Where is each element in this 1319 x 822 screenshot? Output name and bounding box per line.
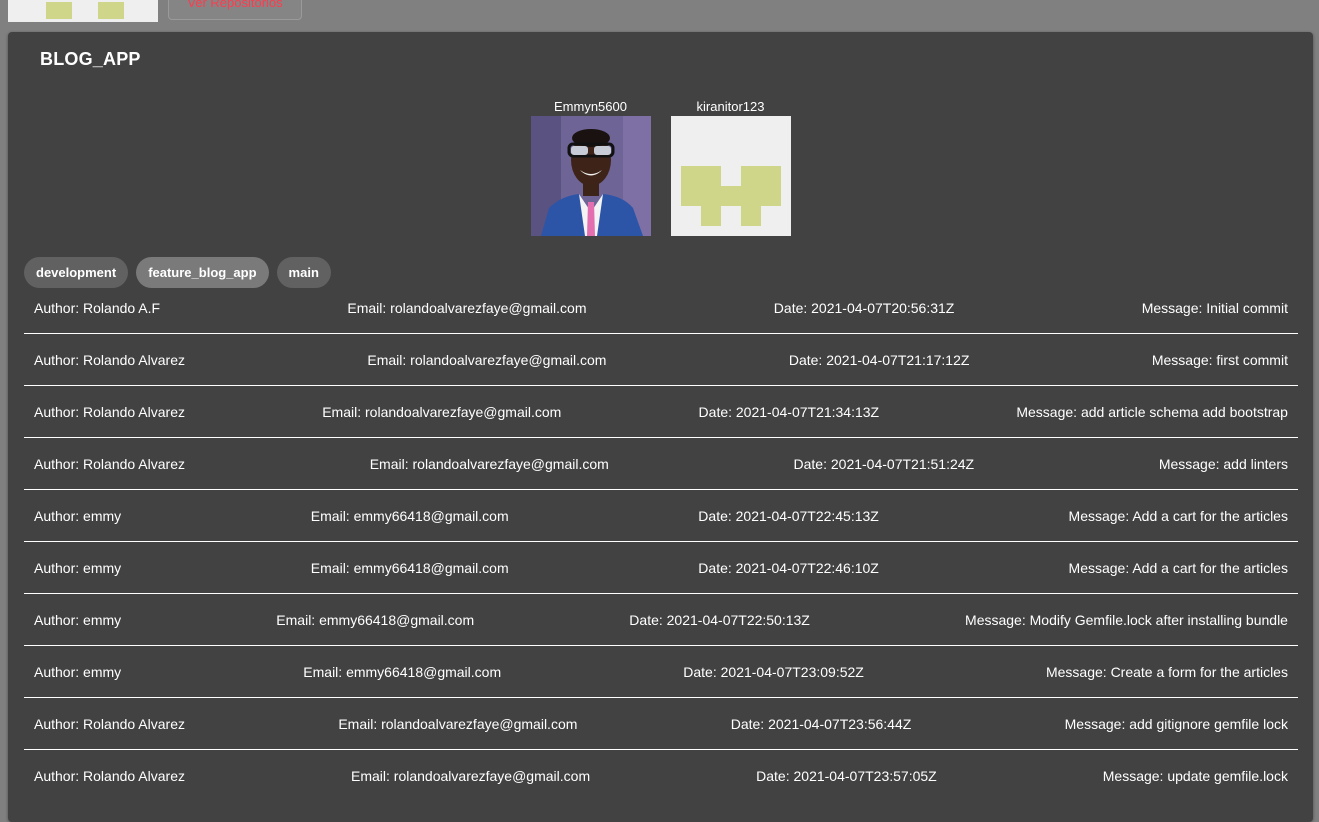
commit-date: Date: 2021-04-07T22:50:13Z (629, 611, 810, 628)
contributor-name: kiranitor123 (696, 99, 765, 114)
commit-email: Email: rolandoalvarezfaye@gmail.com (351, 768, 591, 784)
contributors-list: Emmyn5600 kiranitor123 (8, 98, 1313, 236)
commit-author: Author: emmy (34, 611, 122, 628)
contributor[interactable]: Emmyn5600 (530, 98, 651, 236)
contributor-name: Emmyn5600 (554, 99, 627, 114)
commit-author: Author: Rolando Alvarez (34, 715, 185, 732)
commit-email: Email: rolandoalvarezfaye@gmail.com (367, 351, 607, 368)
commit-date: Date: 2021-04-07T20:56:31Z (773, 299, 955, 316)
commit-row: Author: emmy Email: emmy66418@gmail.com … (24, 490, 1298, 542)
commit-message: Message: Modify Gemfile.lock after insta… (965, 611, 1288, 628)
commit-date: Date: 2021-04-07T22:45:13Z (698, 507, 879, 524)
commit-email: Email: emmy66418@gmail.com (303, 663, 502, 680)
commit-row: Author: Rolando Alvarez Email: rolandoal… (24, 750, 1298, 802)
person-photo-icon (530, 116, 651, 236)
commit-row: Author: emmy Email: emmy66418@gmail.com … (24, 646, 1298, 698)
commit-row: Author: Rolando Alvarez Email: rolandoal… (24, 438, 1298, 490)
commit-date: Date: 2021-04-07T23:09:52Z (683, 663, 864, 680)
commit-row: Author: Rolando Alvarez Email: rolandoal… (24, 334, 1298, 386)
commit-message: Message: Initial commit (1141, 299, 1288, 316)
repo-title: BLOG_APP (40, 49, 141, 69)
commit-email: Email: rolandoalvarezfaye@gmail.com (347, 299, 587, 316)
commit-email: Email: rolandoalvarezfaye@gmail.com (322, 403, 562, 420)
commit-author: Author: emmy (34, 663, 122, 680)
commit-row: Author: Rolando Alvarez Email: rolandoal… (24, 386, 1298, 438)
commit-message: Message: Add a cart for the articles (1068, 507, 1288, 524)
commit-author: Author: Rolando Alvarez (34, 403, 185, 420)
top-bar: Ver Repositorios (0, 0, 1319, 28)
commit-message: Message: first commit (1151, 351, 1288, 368)
commit-email: Email: emmy66418@gmail.com (310, 559, 509, 576)
view-repos-label: Ver Repositorios (187, 0, 283, 10)
commit-row: Author: emmy Email: emmy66418@gmail.com … (24, 542, 1298, 594)
commit-date: Date: 2021-04-07T22:46:10Z (698, 559, 879, 576)
commit-date: Date: 2021-04-07T23:57:05Z (756, 768, 937, 784)
commit-row: Author: emmy Email: emmy66418@gmail.com … (24, 594, 1298, 646)
commit-message: Message: update gemfile.lock (1102, 768, 1288, 784)
commit-author: Author: Rolando Alvarez (34, 768, 185, 784)
commit-date: Date: 2021-04-07T21:17:12Z (788, 351, 970, 368)
commit-row: Author: Rolando Alvarez Email: rolandoal… (24, 698, 1298, 750)
commit-message: Message: add linters (1158, 455, 1288, 472)
commit-author: Author: Rolando Alvarez (34, 351, 185, 368)
contributor[interactable]: kiranitor123 (670, 98, 791, 236)
commit-message: Message: Add a cart for the articles (1068, 559, 1288, 576)
commit-message: Message: add article schema add bootstra… (1016, 403, 1288, 420)
commit-message: Message: add gitignore gemfile lock (1064, 715, 1288, 732)
commit-date: Date: 2021-04-07T23:56:44Z (730, 715, 912, 732)
commit-author: Author: emmy (34, 507, 122, 524)
view-repos-button[interactable]: Ver Repositorios (168, 0, 302, 20)
commit-author: Author: Rolando Alvarez (34, 455, 185, 472)
contributor-avatar[interactable] (530, 116, 651, 236)
commit-row: Author: Rolando A.F Email: rolandoalvare… (24, 282, 1298, 334)
commit-email: Email: emmy66418@gmail.com (276, 611, 475, 628)
commit-author: Author: Rolando A.F (34, 299, 161, 316)
commit-email: Email: rolandoalvarezfaye@gmail.com (369, 455, 609, 472)
commit-date: Date: 2021-04-07T21:34:13Z (698, 403, 880, 420)
owner-avatar[interactable] (8, 0, 158, 22)
commit-email: Email: emmy66418@gmail.com (310, 507, 509, 524)
commit-message: Message: Create a form for the articles (1045, 663, 1288, 680)
commit-author: Author: emmy (34, 559, 122, 576)
commit-date: Date: 2021-04-07T21:51:24Z (793, 455, 975, 472)
repo-card: BLOG_APP Emmyn5600 kiranitor123 developm… (8, 32, 1313, 822)
commit-list: Author: Rolando A.F Email: rolandoalvare… (24, 282, 1298, 802)
commit-email: Email: rolandoalvarezfaye@gmail.com (338, 715, 578, 732)
contributor-avatar[interactable] (670, 116, 791, 236)
